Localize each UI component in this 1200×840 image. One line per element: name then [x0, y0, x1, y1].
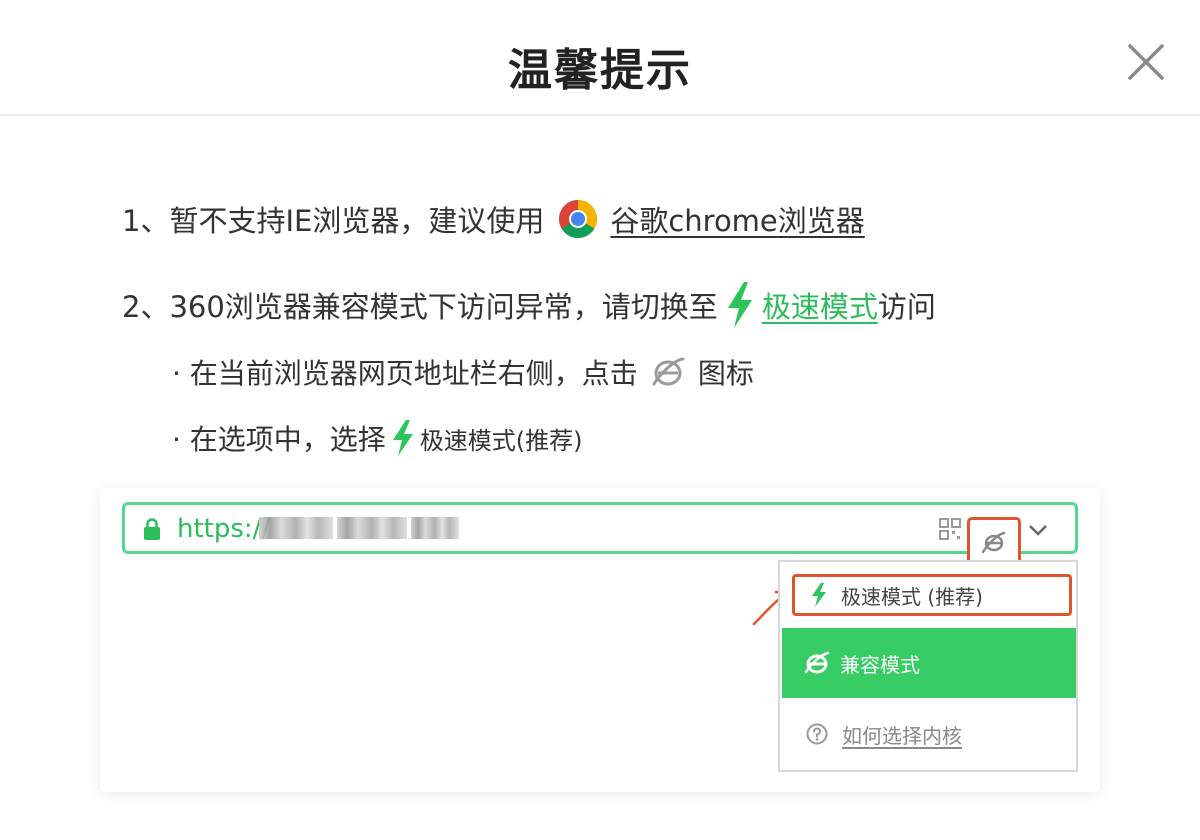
lightning-icon — [812, 583, 826, 607]
question-icon — [806, 723, 828, 745]
tip-line-2: 2、360浏览器兼容模式下访问异常，请切换至 极速模式 访问 — [122, 282, 936, 328]
dialog-title: 温馨提示 — [508, 45, 692, 96]
close-button[interactable] — [1124, 40, 1168, 84]
tip-sub-2-suffix: 极速模式(推荐) — [419, 426, 583, 455]
close-icon — [1128, 44, 1164, 80]
menu-item-fast-mode-label: 极速模式 (推荐) — [841, 584, 983, 609]
url-blur-2 — [337, 517, 407, 539]
url-blur-3 — [411, 517, 459, 539]
tip-line-1-text: 1、暂不支持IE浏览器，建议使用 — [122, 204, 545, 238]
tip-sub-1-text: · 在当前浏览器网页地址栏右侧，点击 — [172, 357, 638, 390]
url-blur-1 — [259, 517, 333, 539]
menu-item-fast-mode[interactable]: 极速模式 (推荐) — [792, 574, 1072, 616]
lightning-icon — [727, 282, 752, 328]
fast-mode-link[interactable]: 极速模式 — [762, 284, 878, 326]
tip-sub-2: · 在选项中，选择 极速模式(推荐) — [172, 418, 583, 458]
tip-line-2-suffix: 访问 — [877, 290, 936, 324]
chrome-logo-icon — [559, 200, 598, 238]
tip-line-2-text: 2、360浏览器兼容模式下访问异常，请切换至 — [122, 290, 718, 324]
qr-code-icon[interactable] — [939, 518, 961, 540]
dialog-header: 温馨提示 — [0, 0, 1200, 116]
chrome-browser-link[interactable]: 谷歌chrome浏览器 — [610, 198, 864, 240]
tip-sub-1-suffix: 图标 — [697, 357, 754, 390]
menu-item-compat-mode[interactable]: 兼容模式 — [782, 628, 1076, 698]
tip-sub-2-text: · 在选项中，选择 — [172, 423, 386, 456]
ie-icon — [804, 651, 830, 674]
chevron-down-icon[interactable] — [1027, 519, 1049, 541]
tip-line-1: 1、暂不支持IE浏览器，建议使用 谷歌chrome浏览器 — [122, 198, 865, 240]
kernel-dropdown-menu: 极速模式 (推荐) 兼容模式 如何选择内核 — [778, 560, 1078, 772]
lightning-small-icon — [392, 420, 413, 456]
browser-demo-card: https:// 极速模式 (推荐) 兼容模式 如何选择内核 — [100, 488, 1100, 792]
menu-item-help[interactable]: 如何选择内核 — [782, 712, 1076, 756]
tip-sub-1: · 在当前浏览器网页地址栏右侧，点击 图标 — [172, 352, 754, 392]
ie-icon — [652, 357, 685, 386]
lock-icon — [144, 518, 160, 540]
address-bar: https:// — [122, 502, 1078, 569]
menu-item-compat-mode-label: 兼容模式 — [840, 652, 920, 677]
url-text: https:// — [177, 514, 271, 544]
menu-item-help-link[interactable]: 如何选择内核 — [842, 720, 962, 749]
